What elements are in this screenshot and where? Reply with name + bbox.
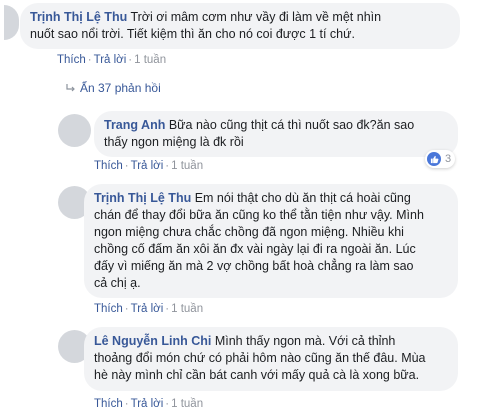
comment-text: ngon miệng chưa chắc chồng đã ngon miệng… (94, 225, 404, 239)
timestamp[interactable]: 1 tuần (171, 303, 203, 315)
comment-bubble: Trịnh Thị Lệ Thu Trời ơi mâm cơm như vầy… (20, 3, 460, 49)
separator: · (87, 54, 92, 66)
like-link[interactable]: Thích (57, 54, 86, 66)
separator: · (128, 54, 133, 66)
comment-actions: Thích · Trả lời · 1 tuần (94, 398, 203, 410)
separator: · (165, 398, 170, 410)
comment-text: Bữa nào cũng thịt cá thì nuốt sao đk?ăn … (165, 118, 415, 132)
timestamp[interactable]: 1 tuần (134, 54, 166, 66)
comment-actions: Thích · Trả lời · 1 tuần (57, 54, 166, 66)
comment-bubble: Trịnh Thị Lệ Thu Em nói thật cho dù ăn t… (84, 184, 458, 298)
comment-actions: Thích · Trả lời · 1 tuần (94, 160, 203, 172)
comment-text: đấy vì miếng ăn mà 2 vợ chồng bất hoà ch… (94, 259, 414, 273)
comment-author[interactable]: Lê Nguyễn Linh Chi (94, 334, 211, 348)
reply-arrow-icon (66, 81, 80, 95)
reply-link[interactable]: Trả lời (131, 398, 164, 410)
reply-link[interactable]: Trả lời (131, 303, 164, 315)
comment-text: hè này mình chỉ cần bát canh với mấy quả… (94, 368, 420, 382)
like-link[interactable]: Thích (94, 398, 123, 410)
comment-text: cả chị ạ. (94, 276, 141, 290)
comment-text: Trời ơi mâm cơm như vầy đi làm về mệt nh… (127, 10, 382, 24)
thumbs-up-icon (427, 152, 441, 166)
reply-link[interactable]: Trả lời (131, 160, 164, 172)
comment-text: chán để thay đổi bữa ăn cũng ko thể tằn … (94, 208, 424, 222)
comment-author[interactable]: Trịnh Thị Lệ Thu (30, 10, 127, 24)
timestamp[interactable]: 1 tuần (171, 398, 203, 410)
reply-link[interactable]: Trả lời (94, 54, 127, 66)
like-link[interactable]: Thích (94, 160, 123, 172)
comment-text: thấy ngon miệng là đk rồi (104, 135, 244, 149)
like-link[interactable]: Thích (94, 303, 123, 315)
avatar[interactable] (4, 5, 19, 40)
comment-author[interactable]: Trang Anh (104, 118, 165, 132)
comment-actions: Thích · Trả lời · 1 tuần (94, 303, 203, 315)
reaction-count: 3 (445, 153, 452, 165)
separator: · (124, 398, 129, 410)
comment-text: nuốt sao nổi trời. Tiết kiệm thì ăn cho … (30, 27, 355, 41)
comment-text: Em nói thật cho dù ăn thịt cá hoài cũng (191, 191, 411, 205)
comment-text: Mình thấy ngon mà. Với cả thỉnh (211, 334, 396, 348)
hide-replies-label: Ẩn 37 phản hồi (80, 81, 161, 95)
timestamp[interactable]: 1 tuần (171, 160, 203, 172)
hide-replies-toggle[interactable]: Ẩn 37 phản hồi (66, 81, 161, 95)
comment-bubble: Lê Nguyễn Linh Chi Mình thấy ngon mà. Vớ… (84, 327, 458, 391)
avatar[interactable] (58, 114, 91, 147)
separator: · (165, 160, 170, 172)
separator: · (124, 160, 129, 172)
comment-text: thoảng đổi món chứ có phải hôm nào cũng … (94, 351, 426, 365)
separator: · (165, 303, 170, 315)
comment-author[interactable]: Trịnh Thị Lệ Thu (94, 191, 191, 205)
comment-text: chồng cố đấm ăn xôi ăn đx vài ngày lại đ… (94, 242, 416, 256)
separator: · (124, 303, 129, 315)
comment-bubble: Trang Anh Bữa nào cũng thịt cá thì nuốt … (94, 111, 458, 157)
reaction-badge[interactable]: 3 (425, 150, 456, 168)
